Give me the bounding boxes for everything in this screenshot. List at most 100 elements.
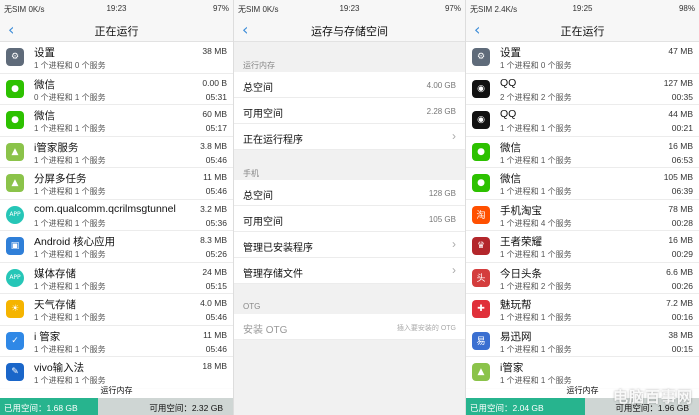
battery-text: 98%	[678, 4, 695, 13]
process-row[interactable]: ✓ i 管家 1 个进程和 1 个服务 11 MB 05:46	[0, 326, 233, 357]
run-time: 00:26	[671, 280, 693, 291]
ram-bar: 已用空间：1.68 GB 可用空间：2.32 GB	[0, 398, 233, 415]
row-label: 正在运行程序	[243, 135, 303, 146]
process-row[interactable]: 头今日头条 1 个进程和 2 个服务 6.6 MB 00:26	[466, 263, 699, 294]
process-row[interactable]: ▲ i管家 1 个进程和 1 个服务	[466, 357, 699, 389]
memory-size: 60 MB	[202, 109, 227, 119]
weather-icon: ☀	[6, 300, 24, 318]
app-name: 天气存储	[34, 299, 76, 311]
process-row[interactable]: ⚙ 设置 1 个进程和 0 个服务 47 MB	[466, 42, 699, 74]
process-count: 1 个进程和 1 个服务	[500, 313, 572, 322]
app-name: QQ	[500, 76, 517, 89]
app-name: 微信	[34, 78, 55, 91]
run-time: 00:35	[671, 91, 693, 102]
process-row[interactable]: ▣ Android 核心应用 1 个进程和 1 个服务 8.3 MB 05:26	[0, 231, 233, 263]
memory-size: 11 MB	[203, 329, 227, 340]
process-count: 1 个进程和 1 个服务	[34, 218, 106, 228]
status-bar: 无SIM 0K/s 19:23 97%	[234, 0, 465, 17]
gear-icon: ⚙	[6, 48, 24, 66]
ram-free-text: 可用空间：2.32 GB	[149, 403, 223, 413]
news-icon: 头	[472, 268, 490, 287]
memory-size: 78 MB	[668, 203, 693, 214]
process-count: 1 个进程和 1 个服务	[500, 250, 572, 259]
shield-icon: ✓	[6, 331, 24, 350]
qq-icon: ◉	[472, 79, 490, 98]
process-row[interactable]: ● 微信 1 个进程和 1 个服务 60 MB 05:17	[0, 105, 233, 137]
process-row[interactable]: 淘手机淘宝 1 个进程和 4 个服务 78 MB 00:28	[466, 200, 699, 231]
running-apps-screen-left: 无SIM 0K/s 19:23 97% ‹ 正在运行 ⚙ 设置 1 个进程和 0 个…	[0, 0, 233, 415]
storage-row[interactable]: 正在运行程序 ›	[234, 124, 465, 150]
row-label: 总空间	[243, 191, 273, 202]
process-list: ⚙ 设置 1 个进程和 0 个服务 47 MB ◉ QQ 2 个进程和 2 个服务 127 M…	[466, 42, 699, 389]
memory-size: 3.2 MB	[200, 203, 227, 214]
status-bar: 无SIM 2.4K/s 19:25 98%	[466, 0, 699, 17]
process-row[interactable]: ● 微信 1 个进程和 1 个服务 105 MB 06:39	[466, 168, 699, 200]
run-time: 05:46	[205, 343, 227, 354]
chevron-right-icon: ›	[452, 129, 456, 143]
memory-size: 16 MB	[668, 235, 693, 245]
memory-size: 8.3 MB	[200, 235, 227, 245]
phone-rows: 总空间 128 GB 可用空间 105 GB 管理已安装程序 › 管理存储文件 ›	[234, 180, 465, 284]
game-icon: ♛	[472, 237, 490, 255]
process-count: 1 个进程和 1 个服务	[34, 313, 106, 322]
ram-rows: 总空间 4.00 GB 可用空间 2.28 GB 正在运行程序 ›	[234, 72, 465, 150]
install-otg-row[interactable]: 安装 OTG 插入要安装的 OTG	[234, 314, 465, 340]
process-row[interactable]: ● 微信 0 个进程和 1 个服务 0.00 B 05:31	[0, 74, 233, 105]
section-header-ram: 运行内存	[243, 61, 275, 70]
wechat-icon: ●	[472, 174, 490, 192]
run-time: 05:46	[205, 312, 227, 322]
process-row[interactable]: APP 媒体存储 1 个进程和 1 个服务 24 MB 05:15	[0, 263, 233, 294]
app-name: 魅玩帮	[500, 299, 532, 311]
row-label: 安装 OTG	[243, 325, 288, 336]
process-row[interactable]: ◉ QQ 1 个进程和 1 个服务 44 MB 00:21	[466, 105, 699, 137]
app-name: 微信	[500, 173, 521, 185]
process-row[interactable]: APP com.qualcomm.qcrilmsgtunnel 1 个进程和 1 个…	[0, 200, 233, 231]
row-label: 可用空间	[243, 109, 283, 120]
memory-storage-screen: 无SIM 0K/s 19:23 97% ‹ 运存与存储空间 运行内存 总空间 4.…	[234, 0, 465, 415]
process-row[interactable]: ☀ 天气存储 1 个进程和 1 个服务 4.0 MB 05:46	[0, 294, 233, 326]
memory-size: 127 MB	[663, 77, 693, 88]
android-icon: ▲	[6, 174, 24, 192]
app-name: 设置	[34, 47, 55, 59]
app-name: 微信	[500, 141, 521, 154]
process-count: 2 个进程和 2 个服务	[500, 92, 572, 102]
ram-usage-bar: 运行内存 已用空间：1.68 GB 可用空间：2.32 GB	[0, 385, 233, 415]
process-row[interactable]: ✚ 魅玩帮 1 个进程和 1 个服务 7.2 MB 00:16	[466, 294, 699, 326]
meiwan-icon: ✚	[472, 300, 490, 318]
running-apps-screen-right: 无SIM 2.4K/s 19:25 98% ‹ 正在运行 ⚙ 设置 1 个进程和 0…	[466, 0, 699, 415]
memory-size: 4.0 MB	[200, 298, 227, 308]
page-title: 运存与存储空间	[311, 26, 388, 38]
process-row[interactable]: ✎ vivo输入法 1 个进程和 1 个服务 18 MB	[0, 357, 233, 389]
app-icon: APP	[6, 205, 24, 224]
process-row[interactable]: ▲ 分屏多任务 1 个进程和 1 个服务 11 MB 05:46	[0, 168, 233, 200]
section-header-phone: 手机	[243, 169, 259, 178]
process-count: 1 个进程和 1 个服务	[500, 344, 572, 354]
process-row[interactable]: ◉ QQ 2 个进程和 2 个服务 127 MB 00:35	[466, 74, 699, 105]
storage-row: 可用空间 2.28 GB	[234, 98, 465, 124]
run-time: 00:15	[671, 343, 693, 354]
app-name: 媒体存储	[34, 267, 76, 280]
row-value: 4.00 GB	[426, 81, 456, 90]
section-header-otg: OTG	[243, 302, 261, 311]
memory-size: 0.00 B	[202, 77, 227, 88]
clock: 19:23	[106, 4, 127, 13]
run-time: 05:31	[205, 91, 227, 102]
contacts-icon: ▣	[6, 237, 24, 255]
app-name: 分屏多任务	[34, 173, 87, 185]
process-row[interactable]: ♛ 王者荣耀 1 个进程和 1 个服务 16 MB 00:29	[466, 231, 699, 263]
app-name: 今日头条	[500, 267, 542, 280]
memory-size: 18 MB	[202, 361, 227, 371]
process-row[interactable]: ● 微信 1 个进程和 1 个服务 16 MB 06:53	[466, 137, 699, 168]
yixun-icon: 易	[472, 331, 490, 350]
process-count: 0 个进程和 1 个服务	[34, 92, 106, 102]
process-row[interactable]: 易易迅网 1 个进程和 1 个服务 38 MB 00:15	[466, 326, 699, 357]
storage-row[interactable]: 管理已安装程序 ›	[234, 232, 465, 258]
storage-row[interactable]: 管理存储文件 ›	[234, 258, 465, 284]
process-count: 1 个进程和 1 个服务	[34, 124, 106, 133]
memory-size: 38 MB	[202, 46, 227, 56]
process-row[interactable]: ⚙ 设置 1 个进程和 0 个服务 38 MB	[0, 42, 233, 74]
process-row[interactable]: ▲ i管家服务 1 个进程和 1 个服务 3.8 MB 05:46	[0, 137, 233, 168]
chevron-right-icon: ›	[452, 263, 456, 277]
row-label: 总空间	[243, 83, 273, 94]
run-time: 05:46	[205, 154, 227, 165]
